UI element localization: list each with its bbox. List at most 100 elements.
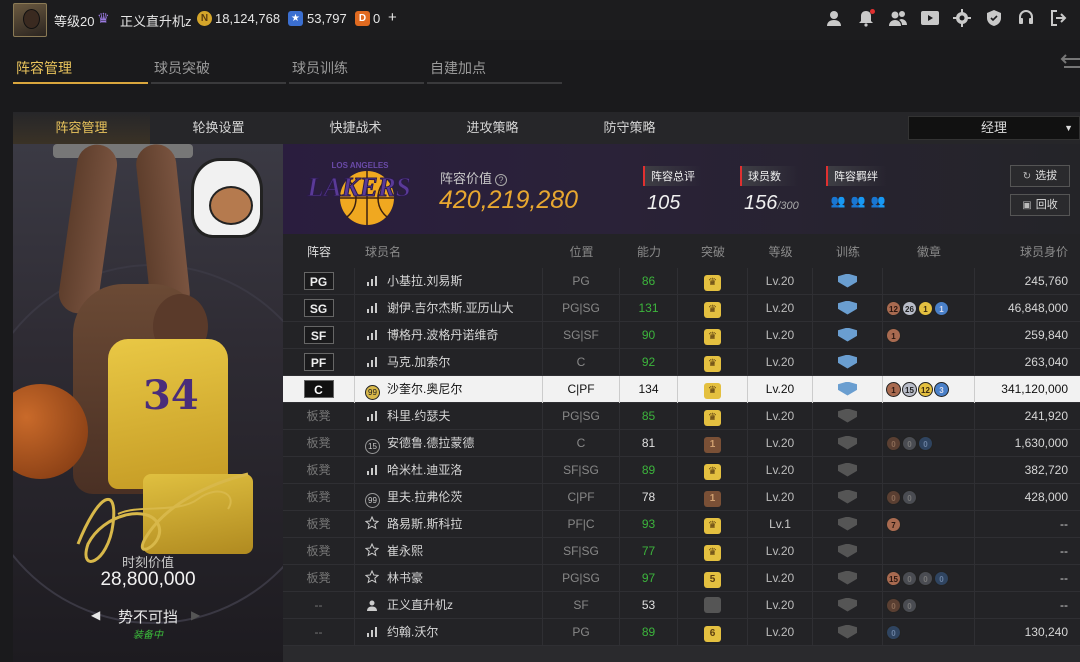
player-name-cell[interactable]: 路易斯.斯科拉 [355, 510, 543, 538]
player-name-cell[interactable]: 科里.约瑟夫 [355, 402, 543, 430]
tab-player-breakthrough[interactable]: 球员突破 [151, 52, 286, 84]
table-row[interactable]: PF 马克.加索尔 C 92 ♛ Lv.20 263,040 [283, 348, 1080, 376]
training-cell[interactable] [813, 618, 883, 646]
badges-cell[interactable]: 00 [883, 591, 975, 619]
lineup-slot-cell[interactable]: SF [283, 321, 355, 349]
player-name-cell[interactable]: 小基拉.刘易斯 [355, 267, 543, 295]
badges-cell[interactable]: 1 15 12 3 [883, 375, 975, 403]
tab-lineup[interactable]: 阵容管理 [13, 112, 150, 144]
table-row[interactable]: 板凳 哈米杜.迪亚洛 SF|SG 89 ♛ Lv.20 382,720 [283, 456, 1080, 484]
badges-cell[interactable]: 7 [883, 510, 975, 538]
lineup-slot-cell[interactable]: 板凳 [283, 510, 355, 538]
badges-cell[interactable]: 0 [883, 618, 975, 646]
col-training[interactable]: 训练 [813, 243, 883, 260]
tab-rotation[interactable]: 轮换设置 [150, 112, 287, 144]
breakthrough-cell[interactable]: ♛ [678, 402, 748, 430]
back-arrow-icon[interactable] [1054, 53, 1080, 79]
lineup-slot-cell[interactable]: SG [283, 294, 355, 322]
help-icon[interactable]: ? [495, 174, 508, 186]
breakthrough-cell[interactable]: ♛ [678, 375, 748, 403]
lineup-slot-cell[interactable]: 板凳 [283, 537, 355, 565]
player-name-cell[interactable]: 马克.加索尔 [355, 348, 543, 376]
col-badges[interactable]: 徽章 [883, 243, 975, 260]
tab-player-training[interactable]: 球员训练 [289, 52, 424, 84]
col-level[interactable]: 等级 [748, 243, 813, 260]
exit-icon[interactable] [1048, 9, 1068, 29]
col-player-name[interactable]: 球员名 [355, 243, 543, 260]
breakthrough-cell[interactable]: ♛ [678, 456, 748, 484]
training-cell[interactable] [813, 375, 883, 403]
col-ability[interactable]: 能力 [620, 243, 678, 260]
breakthrough-cell[interactable]: ♛ [678, 321, 748, 349]
table-row[interactable]: C 99 沙奎尔.奥尼尔 C|PF 134 ♛ Lv.20 1 15 12 3 341,… [283, 375, 1080, 403]
lineup-slot-cell[interactable]: C [283, 375, 355, 403]
lineup-slot-cell[interactable]: PF [283, 348, 355, 376]
player-name-cell[interactable]: 崔永熙 [355, 537, 543, 565]
friends-icon[interactable] [888, 9, 908, 29]
bell-icon[interactable] [856, 9, 876, 29]
training-cell[interactable] [813, 510, 883, 538]
player-name-cell[interactable]: 哈米杜.迪亚洛 [355, 456, 543, 484]
table-row[interactable]: 板凳 路易斯.斯科拉 PF|C 93 ♛ Lv.1 7 -- [283, 510, 1080, 538]
badges-cell[interactable] [883, 456, 975, 484]
breakthrough-cell[interactable]: ♛ [678, 537, 748, 565]
profile-icon[interactable] [824, 9, 844, 29]
training-cell[interactable] [813, 294, 883, 322]
tab-lineup-management[interactable]: 阵容管理 [13, 52, 148, 84]
select-button[interactable]: ↻ 选拔 [1010, 165, 1070, 187]
badges-cell[interactable]: 00 [883, 483, 975, 511]
player-name-cell[interactable]: 正义直升机z [355, 591, 543, 619]
table-row[interactable]: -- 约翰.沃尔 PG 89 6 Lv.20 0 130,240 [283, 618, 1080, 646]
recycle-button[interactable]: ▣ 回收 [1010, 194, 1070, 216]
player-name-cell[interactable]: 99 里夫.拉弗伦茨 [355, 483, 543, 511]
breakthrough-cell[interactable]: ♛ [678, 510, 748, 538]
video-icon[interactable] [920, 9, 940, 29]
featured-player-card[interactable]: 34 时刻价值 28,800,000 ◀ 势不可挡 ▶ 装备中 [13, 144, 283, 662]
lineup-slot-cell[interactable]: PG [283, 267, 355, 295]
lineup-slot-cell[interactable]: 板凳 [283, 456, 355, 484]
training-cell[interactable] [813, 564, 883, 592]
training-cell[interactable] [813, 321, 883, 349]
badges-cell[interactable]: 000 [883, 429, 975, 457]
breakthrough-cell[interactable]: 6 [678, 618, 748, 646]
badges-cell[interactable] [883, 537, 975, 565]
player-name-cell[interactable]: 99 沙奎尔.奥尼尔 [355, 375, 543, 403]
breakthrough-cell[interactable]: ♛ [678, 294, 748, 322]
tab-custom-points[interactable]: 自建加点 [427, 52, 562, 84]
training-cell[interactable] [813, 456, 883, 484]
tab-quick-tactics[interactable]: 快捷战术 [287, 112, 424, 144]
training-cell[interactable] [813, 591, 883, 619]
training-cell[interactable] [813, 267, 883, 295]
lineup-slot-cell[interactable]: 板凳 [283, 402, 355, 430]
role-select[interactable]: 经理 ▼ [908, 116, 1080, 140]
lineup-slot-cell[interactable]: -- [283, 618, 355, 646]
col-breakthrough[interactable]: 突破 [678, 243, 748, 260]
add-currency-button[interactable]: + [388, 9, 397, 26]
lineup-slot-cell[interactable]: 板凳 [283, 483, 355, 511]
breakthrough-cell[interactable]: 1 [678, 483, 748, 511]
lineup-slot-cell[interactable]: 板凳 [283, 429, 355, 457]
synergy-stat[interactable]: 阵容羁绊 👥 👥 👥 [826, 166, 886, 208]
player-name-cell[interactable]: 林书豪 [355, 564, 543, 592]
breakthrough-cell[interactable] [678, 591, 748, 619]
table-row[interactable]: 板凳 林书豪 PG|SG 97 5 Lv.20 15 0 0 0 -- [283, 564, 1080, 592]
next-trait-arrow-icon[interactable]: ▶ [191, 608, 200, 622]
lineup-slot-cell[interactable]: 板凳 [283, 564, 355, 592]
breakthrough-cell[interactable]: 1 [678, 429, 748, 457]
avatar[interactable] [13, 3, 47, 37]
settings-icon[interactable] [952, 9, 972, 29]
lineup-slot-cell[interactable]: -- [283, 591, 355, 619]
table-row[interactable]: PG 小基拉.刘易斯 PG 86 ♛ Lv.20 245,760 [283, 267, 1080, 295]
badges-cell[interactable]: 12 26 1 1 [883, 294, 975, 322]
training-cell[interactable] [813, 402, 883, 430]
player-name-cell[interactable]: 博格丹.波格丹诺维奇 [355, 321, 543, 349]
breakthrough-cell[interactable]: ♛ [678, 348, 748, 376]
col-salary[interactable]: 球员身价 [975, 243, 1080, 260]
tab-offense-strategy[interactable]: 进攻策略 [424, 112, 561, 144]
badges-cell[interactable] [883, 267, 975, 295]
player-name-cell[interactable]: 15 安德鲁.德拉蒙德 [355, 429, 543, 457]
col-position[interactable]: 位置 [543, 243, 620, 260]
training-cell[interactable] [813, 483, 883, 511]
training-cell[interactable] [813, 537, 883, 565]
headset-icon[interactable] [1016, 9, 1036, 29]
